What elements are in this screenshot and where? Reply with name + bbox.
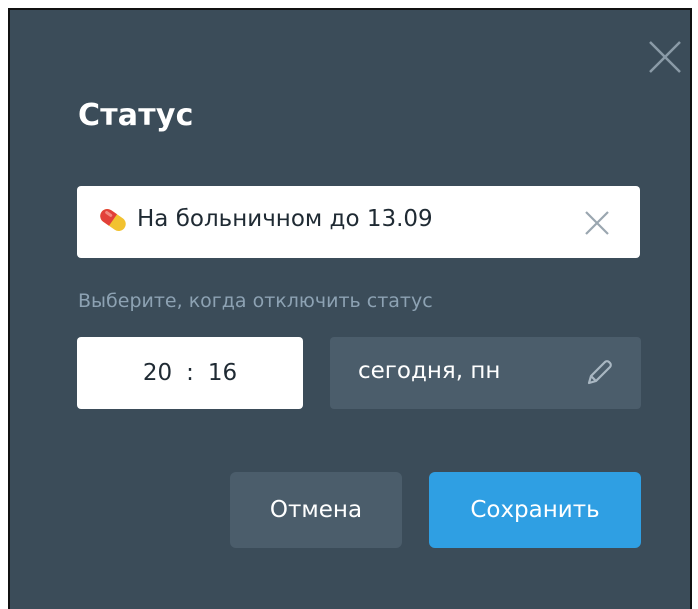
- dialog-title: Статус: [78, 98, 194, 133]
- save-button[interactable]: Сохранить: [429, 472, 641, 548]
- status-input[interactable]: На больничном до 13.09: [77, 186, 640, 258]
- status-dialog: Статус На больничном до 13.09 Выберите, …: [8, 8, 692, 609]
- pill-icon: [100, 208, 126, 232]
- time-minutes[interactable]: 16: [208, 360, 237, 386]
- cancel-button[interactable]: Отмена: [230, 472, 402, 548]
- close-icon: [649, 41, 681, 73]
- time-hours[interactable]: 20: [143, 360, 172, 386]
- clear-status-button[interactable]: [584, 210, 610, 236]
- status-text: На больничном до 13.09: [137, 206, 433, 232]
- date-picker[interactable]: сегодня, пн: [330, 337, 641, 409]
- expiry-hint: Выберите, когда отключить статус: [78, 290, 433, 312]
- close-button[interactable]: [648, 40, 682, 74]
- time-separator: :: [186, 360, 194, 386]
- close-icon: [585, 211, 609, 235]
- pencil-icon: [587, 360, 612, 385]
- date-value: сегодня, пн: [358, 358, 501, 384]
- time-input[interactable]: 20 : 16: [77, 337, 303, 409]
